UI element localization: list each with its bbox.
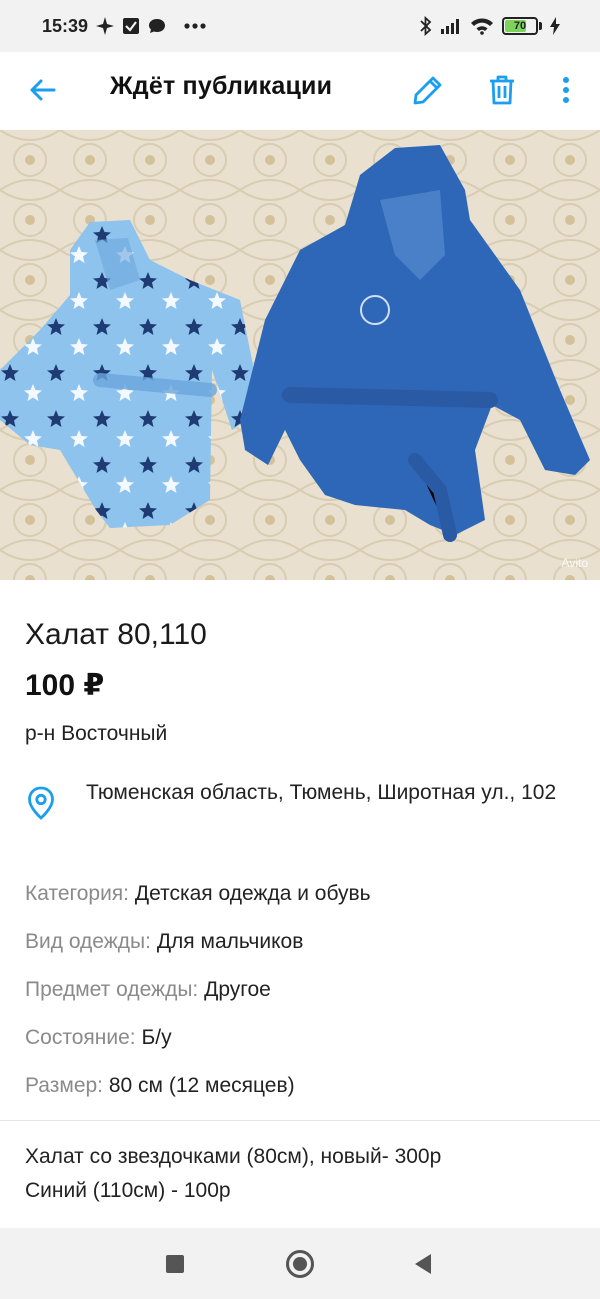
more-vert-icon: [563, 77, 569, 103]
param-category: Категория: Детская одежда и обувь: [25, 882, 371, 906]
param-label: Размер:: [25, 1074, 104, 1097]
home-circle-icon: [286, 1250, 314, 1278]
more-options-button[interactable]: [544, 68, 588, 112]
chat-bubble-icon: [148, 17, 166, 35]
back-button[interactable]: [22, 70, 62, 110]
edit-button[interactable]: [406, 68, 450, 112]
param-condition: Состояние: Б/у: [25, 1026, 172, 1050]
param-value: Для мальчиков: [156, 930, 304, 953]
battery-level: 70: [513, 20, 527, 32]
system-nav-bar: [0, 1228, 600, 1299]
param-value: 80 см (12 месяцев): [108, 1074, 295, 1097]
item-description: Халат со звездочками (80см), новый- 300р…: [25, 1145, 442, 1202]
param-label: Вид одежды:: [25, 930, 151, 953]
param-size: Размер: 80 см (12 месяцев): [25, 1074, 295, 1098]
back-nav-button[interactable]: [407, 1248, 439, 1280]
wifi-icon: [470, 17, 494, 35]
param-clothing-type: Вид одежды: Для мальчиков: [25, 930, 303, 954]
param-value: Б/у: [141, 1026, 172, 1049]
signal-icon: [440, 17, 462, 35]
param-clothing-item: Предмет одежды: Другое: [25, 978, 271, 1002]
divider: [0, 1120, 600, 1121]
item-photo[interactable]: Avito: [0, 130, 600, 580]
trash-icon: [490, 75, 514, 105]
param-value: Детская одежда и обувь: [134, 882, 371, 905]
recents-square-icon: [166, 1255, 184, 1273]
page-title: Ждёт публикации: [110, 72, 333, 100]
check-box-icon: [122, 17, 140, 35]
item-title: Халат 80,110: [25, 618, 207, 651]
arrow-left-icon: [30, 79, 56, 101]
battery-icon: 70: [502, 17, 542, 35]
item-price: 100 ₽: [25, 669, 105, 702]
charging-icon: [550, 17, 560, 35]
param-label: Предмет одежды:: [25, 978, 199, 1001]
app-bar: Ждёт публикации: [0, 52, 600, 128]
recents-button[interactable]: [159, 1248, 191, 1280]
more-dots-icon: [184, 23, 206, 29]
item-district: р-н Восточный: [25, 722, 168, 745]
bluetooth-icon: [420, 16, 432, 36]
back-triangle-icon: [415, 1254, 431, 1274]
photo-watermark: Avito: [561, 556, 588, 570]
home-button[interactable]: [284, 1248, 316, 1280]
location-pin-icon: [27, 786, 55, 825]
status-time: 15:39: [42, 15, 89, 36]
sparkle-icon: [96, 17, 115, 35]
param-value: Другое: [204, 978, 271, 1001]
param-label: Категория:: [25, 882, 130, 905]
param-label: Состояние:: [25, 1026, 136, 1049]
item-address: Тюменская область, Тюмень, Широтная ул.,…: [86, 781, 557, 804]
edit-icon: [413, 76, 442, 105]
status-bar: 15:39 70: [0, 0, 600, 52]
delete-button[interactable]: [480, 68, 524, 112]
